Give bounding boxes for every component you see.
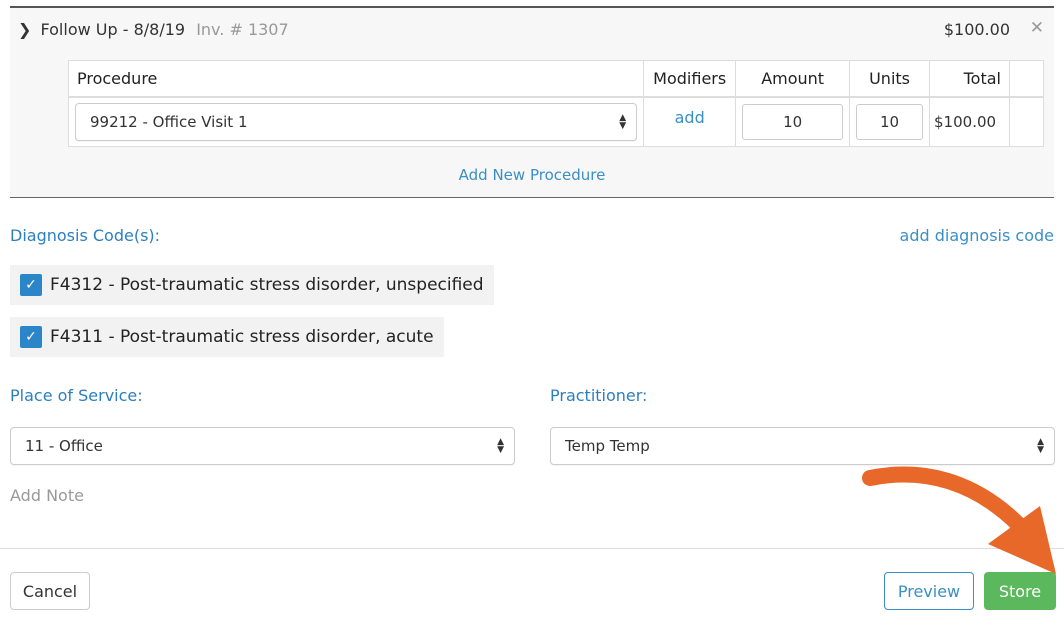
curved-arrow-icon [862, 466, 1056, 574]
add-procedure-row: Add New Procedure [10, 166, 1054, 184]
procedure-select-value: 99212 - Office Visit 1 [90, 112, 248, 131]
add-diagnosis-code-link[interactable]: add diagnosis code [900, 226, 1054, 245]
procedure-table: Procedure Modifiers Amount Units Total 9… [67, 60, 1044, 147]
procedure-select[interactable]: 99212 - Office Visit 1 ▲ ▼ [75, 102, 638, 141]
visit-total: $100.00 [943, 20, 1010, 39]
procedure-cell: 99212 - Office Visit 1 ▲ ▼ [67, 96, 645, 147]
procedure-table-header: Procedure Modifiers Amount Units Total [67, 60, 1044, 98]
add-note-link[interactable]: Add Note [10, 486, 84, 505]
add-new-procedure-link[interactable]: Add New Procedure [459, 166, 606, 184]
row-actions [1009, 96, 1044, 147]
row-total: $100.00 [929, 96, 1010, 147]
column-procedure: Procedure [67, 60, 645, 98]
amount-cell: 10 [735, 96, 851, 147]
checkmark-icon[interactable]: ✓ [20, 274, 42, 296]
invoice-number: Inv. # 1307 [196, 20, 289, 39]
column-modifiers: Modifiers [643, 60, 737, 98]
visit-title: Follow Up - 8/8/19 [40, 20, 186, 39]
add-modifier-link[interactable]: add [675, 108, 705, 127]
column-amount: Amount [735, 60, 851, 98]
table-row: 99212 - Office Visit 1 ▲ ▼ add 10 10 $100… [67, 96, 1044, 147]
close-icon[interactable]: ✕ [1030, 18, 1044, 38]
practitioner-value: Temp Temp [565, 437, 650, 455]
select-arrows-icon: ▲ ▼ [497, 437, 504, 455]
units-cell: 10 [849, 96, 931, 147]
preview-button[interactable]: Preview [884, 572, 974, 610]
store-button[interactable]: Store [984, 572, 1056, 610]
diagnosis-text: F4311 - Post-traumatic stress disorder, … [50, 327, 434, 347]
amount-input[interactable]: 10 [742, 103, 844, 140]
place-of-service-label: Place of Service: [10, 386, 143, 405]
visit-header[interactable]: ❯ Follow Up - 8/8/19 Inv. # 1307 [18, 20, 289, 39]
place-of-service-select[interactable]: 11 - Office ▲ ▼ [10, 427, 515, 465]
cancel-button[interactable]: Cancel [10, 572, 90, 610]
visit-panel: ❯ Follow Up - 8/8/19 Inv. # 1307 $100.00… [10, 8, 1054, 198]
column-units: Units [849, 60, 931, 98]
modifiers-cell: add [643, 96, 737, 147]
column-actions [1009, 60, 1044, 98]
chevron-right-icon[interactable]: ❯ [18, 20, 31, 39]
checkmark-icon[interactable]: ✓ [20, 326, 42, 348]
select-arrows-icon: ▲ ▼ [1037, 437, 1044, 455]
column-total: Total [929, 60, 1010, 98]
diagnosis-label: Diagnosis Code(s): [10, 226, 161, 245]
units-input[interactable]: 10 [856, 103, 924, 140]
diagnosis-item[interactable]: ✓ F4311 - Post-traumatic stress disorder… [10, 317, 444, 357]
diagnosis-text: F4312 - Post-traumatic stress disorder, … [50, 275, 484, 295]
select-arrows-icon: ▲ ▼ [619, 112, 627, 131]
practitioner-label: Practitioner: [550, 386, 648, 405]
diagnosis-item[interactable]: ✓ F4312 - Post-traumatic stress disorder… [10, 265, 494, 305]
place-of-service-value: 11 - Office [25, 437, 103, 455]
